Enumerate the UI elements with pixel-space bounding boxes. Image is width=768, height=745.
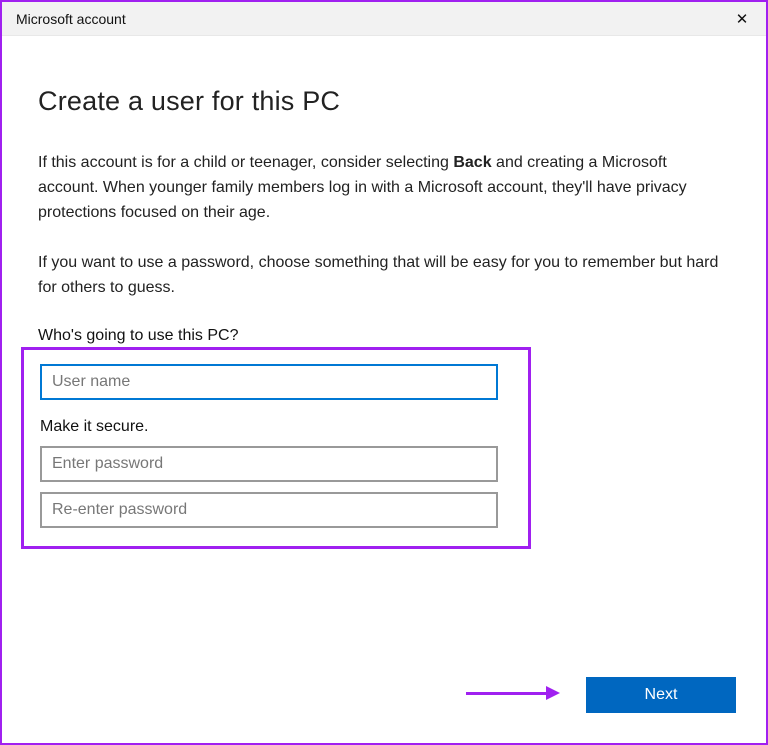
highlight-annotation-box: User name Make it secure. Enter password… bbox=[21, 347, 531, 549]
para1-bold-back: Back bbox=[453, 154, 491, 171]
para1-part-a: If this account is for a child or teenag… bbox=[38, 154, 453, 171]
paragraph-child-info: If this account is for a child or teenag… bbox=[38, 151, 730, 225]
paragraph-password-tip: If you want to use a password, choose so… bbox=[38, 251, 730, 301]
password-input[interactable]: Enter password bbox=[40, 446, 498, 482]
titlebar: Microsoft account ✕ bbox=[2, 2, 766, 36]
arrow-head bbox=[546, 686, 560, 700]
page-title: Create a user for this PC bbox=[38, 86, 730, 117]
username-input[interactable]: User name bbox=[40, 364, 498, 400]
reenter-placeholder: Re-enter password bbox=[52, 501, 187, 519]
content-area: Create a user for this PC If this accoun… bbox=[2, 36, 766, 549]
dialog-window: Microsoft account ✕ Create a user for th… bbox=[0, 0, 768, 745]
password-placeholder: Enter password bbox=[52, 455, 163, 473]
username-placeholder: User name bbox=[52, 373, 130, 391]
next-button-label: Next bbox=[645, 686, 678, 704]
close-button[interactable]: ✕ bbox=[722, 2, 762, 36]
arrow-line bbox=[466, 692, 546, 695]
window-title: Microsoft account bbox=[16, 11, 126, 27]
next-button[interactable]: Next bbox=[586, 677, 736, 713]
label-make-it-secure: Make it secure. bbox=[40, 418, 512, 436]
label-who-uses-pc: Who's going to use this PC? bbox=[38, 327, 730, 345]
close-icon: ✕ bbox=[736, 10, 749, 28]
reenter-password-input[interactable]: Re-enter password bbox=[40, 492, 498, 528]
annotation-arrow-icon bbox=[466, 683, 566, 703]
